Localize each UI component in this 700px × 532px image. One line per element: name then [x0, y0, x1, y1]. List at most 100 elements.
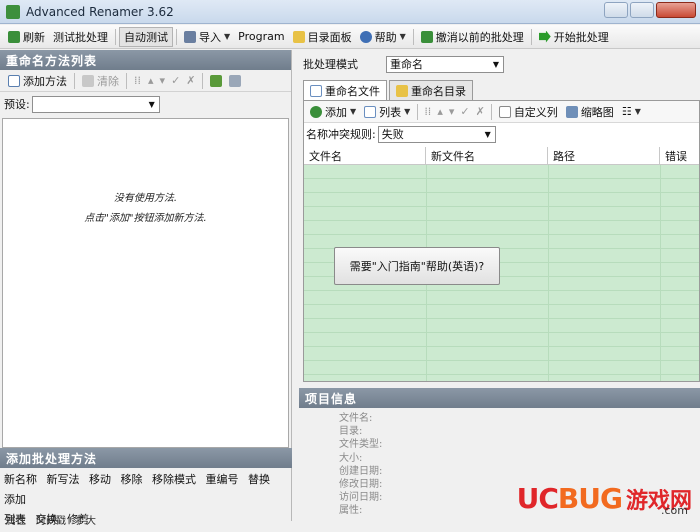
test-batch-label: 测试批处理 [53, 30, 108, 44]
list-button[interactable]: 列表 ▼ [360, 102, 414, 122]
folder-icon [292, 30, 305, 43]
toolbar-divider [417, 103, 419, 120]
auto-test-button[interactable]: 自动测试 [119, 26, 173, 47]
batch-mode-value: 重命名 [390, 58, 423, 71]
custom-columns-button[interactable]: 自定义列 [495, 102, 562, 122]
info-filename: 文件名: [339, 413, 373, 424]
preset-row: 预设: ▼ [0, 92, 291, 116]
tab-rename-files[interactable]: 重命名文件 [303, 80, 387, 101]
files-panel: 添加 ▼ 列表 ▼ ⁞⁞ ▴ ▾ ✓ ✗ 自定义列 缩略图 ☷ ▼ 名称冲突规则… [303, 100, 700, 382]
file-grid[interactable]: 文件名 新文件名 路径 错误 需要"入门指南"帮助(英语)? [304, 147, 699, 381]
method-attributes[interactable]: 属性 [6, 512, 26, 527]
arrow-up-icon[interactable]: ▴ [148, 74, 154, 87]
methods-toolbar: 添加方法 清除 ⁞⁞ ▴ ▾ ✓ ✗ [0, 70, 291, 92]
preset-select[interactable]: ▼ [31, 95, 160, 113]
column-error[interactable]: 错误 [660, 147, 699, 164]
method-new-name[interactable]: 新名称 [4, 473, 37, 486]
move-up-icon[interactable]: ⁞⁞ [134, 74, 141, 87]
folder-icon [396, 84, 408, 97]
toolbar-divider [115, 28, 116, 45]
method-remove[interactable]: 移除 [121, 473, 143, 486]
chevron-down-icon: ▼ [350, 107, 357, 116]
tab-label: 重命名文件 [325, 85, 380, 98]
watermark-logo: UCBUG 游戏网 .com [516, 482, 692, 517]
tab-rename-folders[interactable]: 重命名目录 [389, 80, 473, 100]
add-label: 添加 [325, 105, 347, 119]
open-preset-icon[interactable] [209, 74, 222, 87]
batch-method-more: 属性 时间戳 扩大 [0, 512, 292, 527]
program-button[interactable]: Program [234, 27, 288, 47]
maximize-button[interactable] [630, 2, 654, 18]
window-title: Advanced Renamer 3.62 [26, 4, 174, 19]
test-batch-button[interactable]: 测试批处理 [49, 27, 112, 47]
check-icon[interactable]: ✓ [460, 105, 469, 118]
thumbnails-button[interactable]: 缩略图 [562, 102, 618, 122]
item-info-fields: 文件名: 目录: 文件类型: 大小: 创建日期: 修改日期: 访问日期: 属性: [339, 412, 382, 518]
arrow-down-icon[interactable]: ▾ [449, 105, 455, 118]
column-new-filename[interactable]: 新文件名 [426, 147, 548, 164]
getting-started-button[interactable]: 需要"入门指南"帮助(英语)? [334, 247, 500, 285]
add-icon [310, 105, 322, 118]
help-icon [359, 30, 372, 43]
method-extend[interactable]: 扩大 [76, 512, 96, 527]
method-timestamp[interactable]: 时间戳 [36, 512, 66, 527]
empty-message-1: 没有使用方法. [113, 193, 178, 204]
list-icon [364, 105, 377, 118]
program-label: Program [238, 30, 285, 43]
arrow-up-icon[interactable]: ▴ [437, 105, 443, 118]
minimize-button[interactable] [604, 2, 628, 18]
method-renumber[interactable]: 重编号 [206, 473, 239, 486]
cross-icon[interactable]: ✗ [476, 105, 485, 118]
grid-header: 文件名 新文件名 路径 错误 [304, 147, 699, 165]
title-bar: Advanced Renamer 3.62 [0, 0, 700, 24]
app-icon [6, 4, 20, 19]
add-method-button[interactable]: 添加方法 [4, 71, 71, 91]
start-batch-button[interactable]: 开始批处理 [535, 27, 613, 47]
import-button[interactable]: 导入 ▼ [180, 27, 234, 47]
toolbar-divider [490, 103, 492, 120]
undo-icon [420, 30, 433, 43]
view-options-button[interactable]: ☷ ▼ [618, 102, 645, 122]
clear-button[interactable]: 清除 [78, 71, 123, 91]
toolbar-divider [126, 72, 127, 89]
watermark-uc: UC [516, 482, 559, 515]
move-icon[interactable]: ⁞⁞ [424, 105, 431, 118]
left-panel: 重命名方法列表 添加方法 清除 ⁞⁞ ▴ ▾ ✓ ✗ 预设: ▼ 没有使用方法.… [0, 50, 292, 527]
save-icon[interactable] [228, 74, 241, 87]
chevron-down-icon: ▼ [399, 32, 406, 41]
refresh-button[interactable]: 刷新 [4, 27, 49, 47]
batch-mode-select[interactable]: 重命名 ▼ [386, 55, 504, 73]
tab-label: 重命名目录 [411, 84, 466, 98]
arrow-down-icon[interactable]: ▾ [160, 74, 166, 87]
method-move[interactable]: 移动 [89, 473, 111, 486]
info-modified: 修改日期: [339, 479, 383, 491]
undo-batch-button[interactable]: 撤消以前的批处理 [417, 27, 528, 47]
check-icon[interactable]: ✓ [171, 74, 180, 87]
close-button[interactable] [656, 2, 696, 18]
column-path[interactable]: 路径 [548, 147, 660, 164]
column-filename[interactable]: 文件名 [304, 147, 426, 164]
chevron-down-icon: ▼ [634, 107, 641, 116]
info-attributes: 属性: [339, 505, 363, 517]
file-tabs: 重命名文件 重命名目录 [303, 80, 475, 101]
info-directory: 目录: [339, 426, 363, 438]
cross-icon[interactable]: ✗ [186, 74, 195, 87]
method-add[interactable]: 添加 [4, 493, 26, 506]
conflict-select[interactable]: 失败 ▼ [377, 125, 496, 143]
undo-batch-label: 撤消以前的批处理 [435, 30, 524, 44]
add-batch-header: 添加批处理方法 [0, 448, 292, 468]
add-files-button[interactable]: 添加 ▼ [306, 102, 360, 122]
method-new-case[interactable]: 新写法 [47, 473, 80, 486]
info-size: 大小: [339, 452, 363, 464]
right-panel: 批处理模式 重命名 ▼ 重命名文件 重命名目录 添加 ▼ 列表 ▼ ⁞⁞ ▴ ▾… [293, 50, 700, 521]
toolbar-divider [412, 28, 414, 45]
method-remove-pattern[interactable]: 移除模式 [152, 473, 196, 486]
help-menu-button[interactable]: 帮助 ▼ [356, 27, 410, 47]
import-label: 导入 [199, 30, 221, 44]
watermark-url: .com [661, 504, 688, 517]
method-list[interactable]: 没有使用方法. 点击"添加"按钮添加新方法. [2, 118, 289, 448]
add-method-icon [8, 74, 20, 87]
dir-panel-button[interactable]: 目录面板 [289, 27, 356, 47]
grid-divider [548, 165, 549, 381]
method-replace[interactable]: 替换 [248, 473, 270, 486]
